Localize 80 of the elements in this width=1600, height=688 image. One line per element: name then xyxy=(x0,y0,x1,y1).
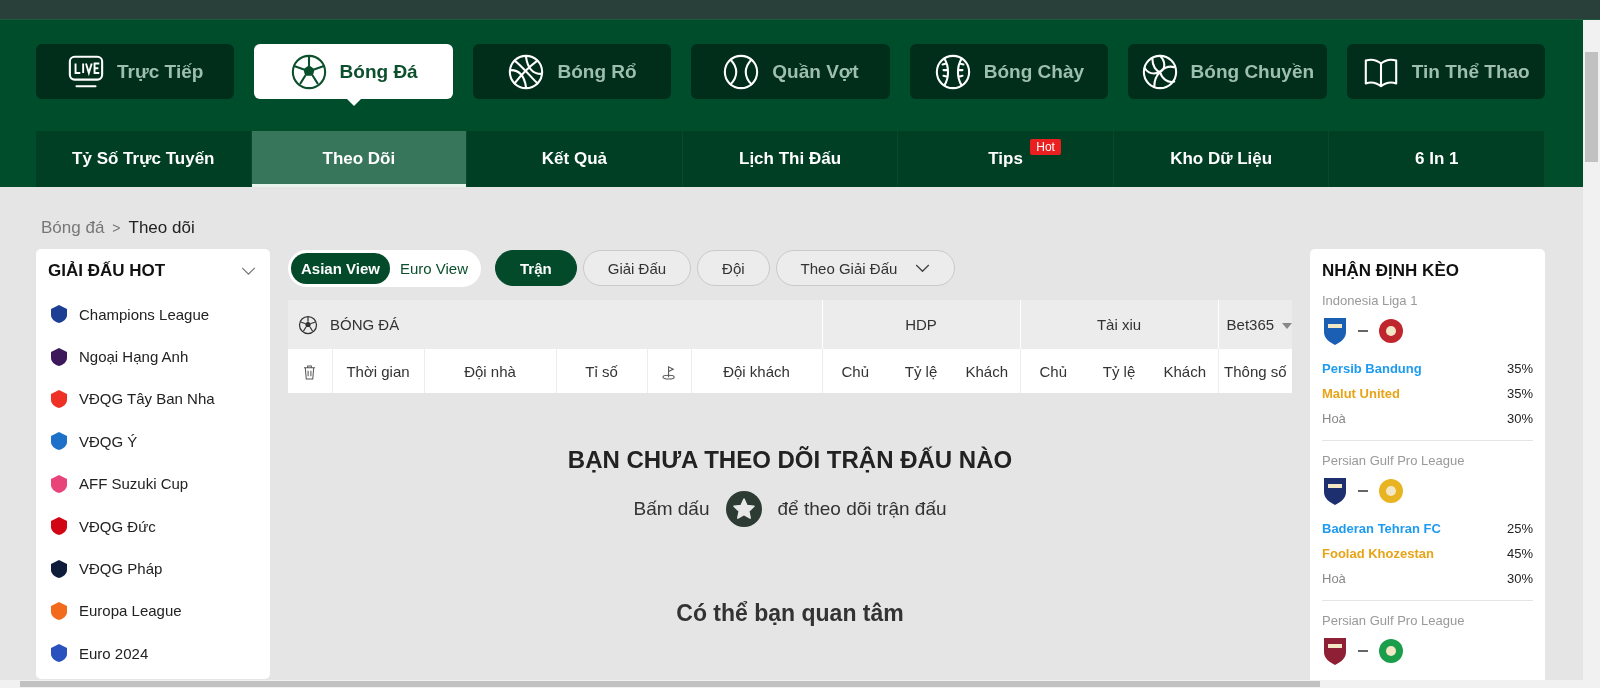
league-item[interactable]: VĐQG Tây Ban Nha xyxy=(36,377,270,421)
nav-tab[interactable]: Theo Dõi xyxy=(251,131,468,187)
percentage: 35% xyxy=(1506,361,1533,376)
league-item[interactable]: VĐQG Ý xyxy=(36,420,270,463)
column-header: Khách xyxy=(954,349,1021,393)
breadcrumb-separator: > xyxy=(112,219,121,236)
column-header: Chủ xyxy=(822,349,888,393)
draw-label: Hoà xyxy=(1322,571,1346,586)
sport-tab[interactable]: Trực Tiếp xyxy=(36,44,235,99)
breadcrumb-current: Theo dõi xyxy=(128,217,195,238)
column-header: Thời gian xyxy=(332,349,424,393)
view-option[interactable]: Euro View xyxy=(389,252,479,284)
filter-button[interactable]: Đội xyxy=(697,250,770,286)
dash-separator xyxy=(1358,330,1368,332)
dash-separator xyxy=(1358,650,1368,652)
dash-separator xyxy=(1358,490,1368,492)
nav-tab[interactable]: Kết Quả xyxy=(467,131,683,187)
column-header: Đội khách xyxy=(691,349,822,393)
league-name: Persian Gulf Pro League xyxy=(1322,453,1466,468)
league-item[interactable]: VĐQG Pháp xyxy=(36,547,270,590)
panel-title: NHẬN ĐỊNH KÈO xyxy=(1322,261,1460,281)
tennis-ball-icon xyxy=(722,52,761,91)
filter-button[interactable]: Trận xyxy=(495,250,577,286)
league-item[interactable]: Ngoại Hạng Anh xyxy=(36,335,270,378)
empty-state-title: BẠN CHƯA THEO DÕI TRẬN ĐẤU NÀO xyxy=(567,446,1013,474)
league-item[interactable]: AFF Suzuki Cup xyxy=(36,462,270,505)
table-group-title: BÓNG ĐÁ xyxy=(330,316,400,333)
chevron-icon xyxy=(915,263,931,273)
percentage: 30% xyxy=(1506,571,1533,586)
corner-flag-icon xyxy=(661,364,677,380)
sport-tab[interactable]: Quần Vợt xyxy=(691,44,890,99)
view-option[interactable]: Asian View xyxy=(291,252,390,284)
nav-tab[interactable]: Kho Dữ Liệu xyxy=(1113,131,1330,187)
sport-tab[interactable]: Tin Thể Thao xyxy=(1346,44,1545,99)
hint-text: để theo dõi trận đấu xyxy=(777,498,947,520)
basketball-icon xyxy=(507,52,546,91)
column-header: Đội nhà xyxy=(424,349,556,393)
league-name: Indonesia Liga 1 xyxy=(1322,293,1419,308)
hot-badge: Hot xyxy=(1030,139,1061,155)
league-item[interactable]: VĐQG Đức xyxy=(36,504,270,548)
league-item[interactable]: Europa League xyxy=(36,589,270,633)
caret-icon xyxy=(1282,323,1293,330)
league-item[interactable]: Euro 2024 xyxy=(36,632,270,675)
percentage: 45% xyxy=(1506,546,1533,561)
filter-button[interactable]: Giải Đấu xyxy=(582,250,692,286)
sport-tab[interactable]: Bóng Chày xyxy=(909,44,1109,99)
baseball-icon xyxy=(933,52,972,91)
nav-tab[interactable]: Tỷ Số Trực Tuyến xyxy=(36,131,252,187)
section-title: Có thể bạn quan tâm xyxy=(676,600,904,627)
nav-tab[interactable]: 6 In 1 xyxy=(1329,131,1546,187)
sport-tab[interactable]: Bóng Rổ xyxy=(472,44,672,99)
bookmaker-dropdown[interactable]: Bet365 xyxy=(1218,300,1293,349)
chevron-icon[interactable] xyxy=(241,266,256,276)
draw-label: Hoà xyxy=(1322,411,1346,426)
trash-icon[interactable] xyxy=(303,364,317,380)
nav-tab[interactable]: Lịch Thi Đấu xyxy=(682,131,899,187)
table-header-cell: HDP xyxy=(822,300,1021,349)
breadcrumb-link[interactable]: Bóng đá xyxy=(41,217,105,238)
league-item[interactable]: Champions League xyxy=(36,293,270,336)
volleyball-icon xyxy=(1140,52,1179,91)
column-header: Thông số xyxy=(1218,349,1293,393)
section-title: GIẢI ĐẤU HOT xyxy=(48,261,166,281)
column-header: Chủ xyxy=(1020,349,1087,393)
hint-text: Bấm dấu xyxy=(633,498,710,520)
column-header: Tỷ lệ xyxy=(1086,349,1153,393)
soccer-ball-icon xyxy=(298,314,318,335)
vertical-scrollbar[interactable] xyxy=(1583,20,1600,680)
horizontal-scrollbar[interactable] xyxy=(0,680,1600,688)
percentage: 25% xyxy=(1506,521,1533,536)
percentage: 35% xyxy=(1506,386,1533,401)
column-header: Khách xyxy=(1152,349,1219,393)
sport-tab[interactable]: Bóng Chuyền xyxy=(1128,44,1327,99)
column-header: Tỷ lệ xyxy=(888,349,954,393)
filter-dropdown[interactable]: Theo Giải Đấu xyxy=(775,250,956,286)
league-name: Persian Gulf Pro League xyxy=(1322,613,1466,628)
soccer-ball-icon xyxy=(289,52,328,91)
table-header-cell: Tài xiu xyxy=(1020,300,1219,349)
nav-tab[interactable]: Tips Hot xyxy=(898,131,1114,187)
column-header: Tỉ số xyxy=(556,349,647,393)
percentage: 30% xyxy=(1506,411,1533,426)
